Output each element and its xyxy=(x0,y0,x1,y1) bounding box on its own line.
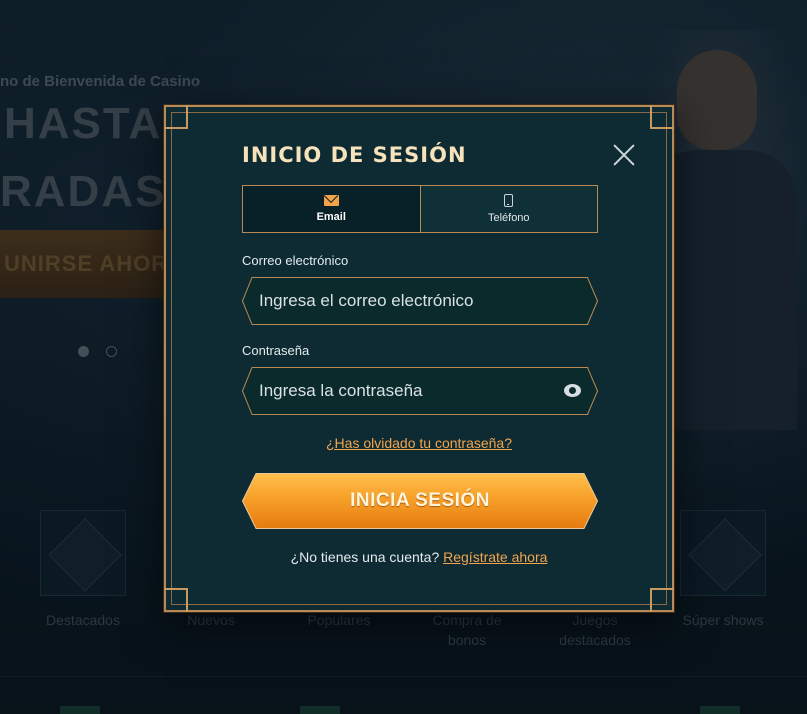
corner-ornament xyxy=(164,105,188,129)
password-placeholder: Ingresa la contraseña xyxy=(259,381,423,400)
close-icon[interactable] xyxy=(612,143,636,167)
register-row: ¿No tienes una cuenta? Regístrate ahora xyxy=(166,549,672,565)
corner-ornament xyxy=(650,105,674,129)
email-field[interactable]: Ingresa el correo electrónico xyxy=(242,277,598,325)
corner-ornament xyxy=(650,588,674,612)
register-prompt: ¿No tienes una cuenta? xyxy=(290,549,440,565)
register-link[interactable]: Regístrate ahora xyxy=(443,549,547,565)
tab-email-label: Email xyxy=(316,211,346,223)
eye-icon[interactable] xyxy=(564,384,581,397)
corner-ornament xyxy=(164,588,188,612)
phone-icon xyxy=(504,194,514,207)
tab-phone[interactable]: Teléfono xyxy=(419,186,597,232)
tab-phone-label: Teléfono xyxy=(487,212,530,224)
login-modal: INICIO DE SESIÓN Email Teléfono Correo e… xyxy=(164,105,674,612)
login-method-tabs: Email Teléfono xyxy=(242,185,598,233)
email-label: Correo electrónico xyxy=(242,253,349,268)
mail-icon xyxy=(323,195,339,206)
login-button[interactable]: INICIA SESIÓN xyxy=(242,473,598,529)
forgot-password-link[interactable]: ¿Has olvidado tu contraseña? xyxy=(166,435,672,451)
tab-email[interactable]: Email xyxy=(243,186,420,232)
password-label: Contraseña xyxy=(242,343,310,358)
password-field[interactable]: Ingresa la contraseña xyxy=(242,367,598,415)
email-placeholder: Ingresa el correo electrónico xyxy=(259,291,474,310)
modal-title: INICIO DE SESIÓN xyxy=(242,143,467,167)
